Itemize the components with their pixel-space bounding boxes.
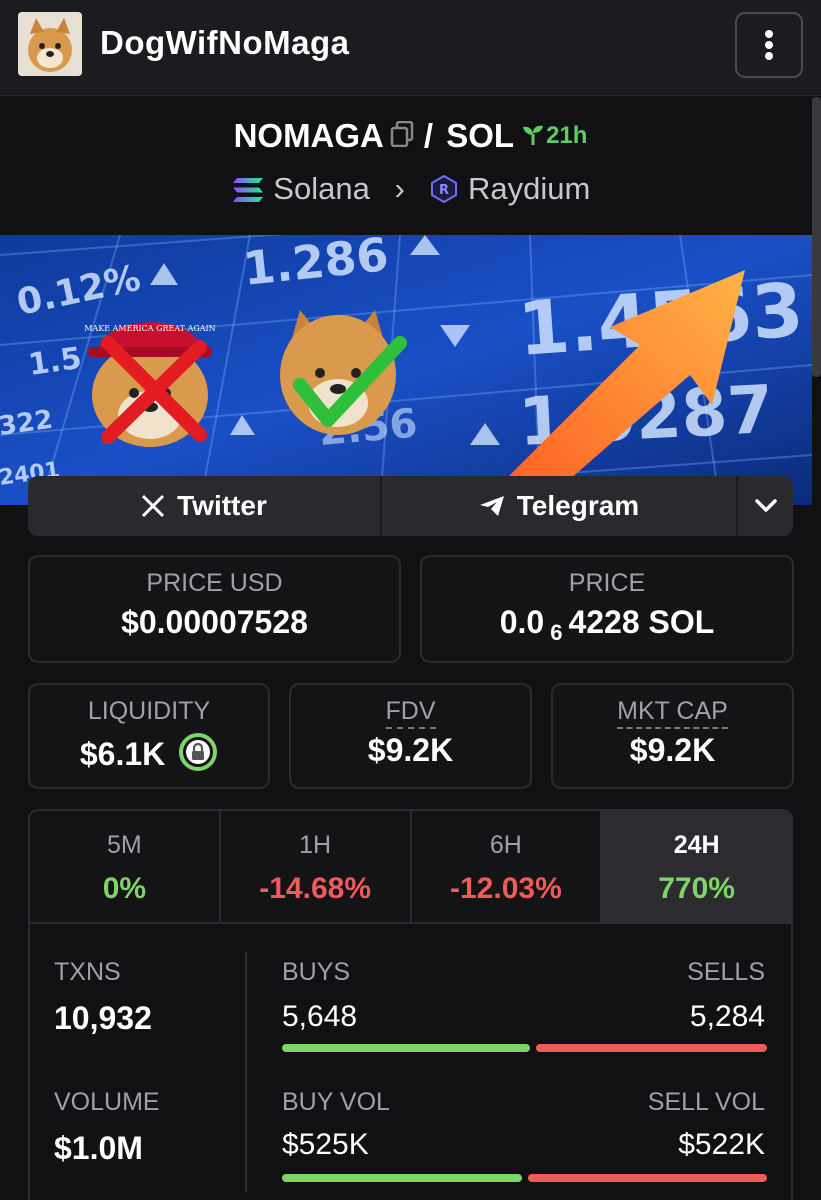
pair-separator: /	[423, 117, 434, 154]
buy-vol-label: BUY VOL	[282, 1088, 390, 1116]
tab-1h-change: -14.68%	[259, 872, 371, 905]
chain-dex-breadcrumb: Solana › R Raydium	[0, 169, 821, 207]
mktcap-value: $9.2K	[629, 732, 716, 768]
twitter-label: Twitter	[177, 490, 267, 521]
buy-vol-value: $525K	[282, 1128, 369, 1161]
sells-label: SELLS	[687, 958, 765, 986]
fdv-box[interactable]: FDV $9.2K	[289, 683, 532, 789]
x-logo-icon	[142, 494, 165, 518]
price-native-digits: 4228	[568, 604, 640, 640]
base-token: NOMAGA	[233, 117, 384, 154]
price-usd-label: PRICE USD	[146, 569, 283, 597]
txn-stats-panel: TXNS 10,932 BUYS 5,648 SELLS 5,284 VOLUM…	[28, 924, 793, 1200]
fdv-label-text: FDV	[385, 697, 436, 729]
pair-age: 21h	[522, 122, 587, 149]
telegram-button[interactable]: Telegram	[382, 476, 738, 536]
telegram-icon	[479, 496, 504, 516]
chevron-right-icon: ›	[394, 170, 405, 206]
mktcap-box[interactable]: MKT CAP $9.2K	[551, 683, 794, 789]
tab-1h[interactable]: 1H -14.68%	[221, 811, 412, 922]
volume-value: $1.0M	[54, 1130, 143, 1166]
price-native-zero-count: 6	[550, 620, 563, 646]
quote-token: SOL	[446, 117, 515, 154]
telegram-label: Telegram	[516, 490, 640, 521]
volume-label: VOLUME	[54, 1088, 160, 1116]
lock-icon[interactable]	[178, 732, 218, 772]
tab-5m-change: 0%	[102, 872, 147, 905]
tab-6h-label: 6H	[489, 831, 522, 859]
stats-divider	[245, 952, 247, 1192]
buys-value: 5,648	[282, 1000, 358, 1033]
sells-ratio-bar	[536, 1044, 767, 1052]
txns-value: 10,932	[54, 1000, 152, 1036]
price-usd-value: $0.00007528	[121, 604, 308, 640]
raydium-icon: R	[429, 171, 459, 206]
price-native-value: 0.0 6 4228 SOL	[422, 604, 792, 646]
svg-text:1.5: 1.5	[26, 341, 84, 383]
txns-label: TXNS	[54, 958, 121, 986]
dex-link[interactable]: Raydium	[468, 171, 590, 206]
age-text: 21h	[546, 122, 588, 149]
copy-icon[interactable]	[390, 117, 414, 155]
liquidity-label: LIQUIDITY	[87, 697, 211, 725]
mktcap-label: MKT CAP	[553, 697, 792, 729]
sell-vol-label: SELL VOL	[647, 1088, 765, 1116]
liquidity-value: $6.1K	[79, 736, 166, 772]
mktcap-label-text: MKT CAP	[617, 697, 728, 729]
liquidity-row: $6.1K	[30, 732, 268, 773]
sells-value: 5,284	[689, 1000, 765, 1033]
buys-ratio-bar	[282, 1044, 530, 1052]
token-banner-image: 0.12% 1.286 1.4563 1.0287 1.5 2.56 322 2…	[0, 235, 812, 505]
more-socials-button[interactable]	[738, 476, 793, 536]
tab-24h-label: 24H	[673, 831, 720, 859]
social-links: Twitter Telegram	[28, 476, 793, 536]
solana-icon	[231, 171, 265, 206]
sell-vol-value: $522K	[678, 1128, 765, 1161]
liquidity-box: LIQUIDITY $6.1K	[28, 683, 270, 789]
twitter-button[interactable]: Twitter	[28, 476, 382, 536]
sell-vol-ratio-bar	[528, 1174, 767, 1182]
price-native-box: PRICE 0.0 6 4228 SOL	[420, 555, 794, 663]
svg-text:MAKE AMERICA GREAT AGAIN: MAKE AMERICA GREAT AGAIN	[84, 324, 215, 333]
price-native-label: PRICE	[568, 569, 646, 597]
price-native-prefix: 0.0	[499, 604, 545, 640]
tab-5m-label: 5M	[107, 831, 142, 859]
tab-24h-change: 770%	[658, 872, 735, 905]
tab-1h-label: 1H	[299, 831, 332, 859]
scrollbar[interactable]	[812, 97, 821, 377]
chevron-down-icon	[754, 499, 777, 512]
more-menu-button[interactable]	[735, 12, 803, 78]
fdv-label: FDV	[291, 697, 530, 729]
tab-6h[interactable]: 6H -12.03%	[412, 811, 603, 922]
tab-6h-change: -12.03%	[450, 872, 562, 905]
svg-text:R: R	[439, 183, 449, 198]
price-native-unit: SOL	[648, 604, 715, 640]
price-usd-box: PRICE USD $0.00007528	[28, 555, 401, 663]
token-title: DogWifNoMaga	[100, 24, 350, 61]
more-vertical-icon	[765, 30, 773, 60]
tab-5m[interactable]: 5M 0%	[30, 811, 221, 922]
app-header: DogWifNoMaga	[0, 0, 821, 96]
token-avatar	[18, 12, 82, 76]
sprout-icon	[523, 125, 544, 145]
timeframe-tabs: 5M 0% 1H -14.68% 6H -12.03% 24H 770%	[28, 809, 793, 924]
pair-info: NOMAGA / SOL 21h Solana › R Raydium	[0, 97, 821, 235]
buy-vol-ratio-bar	[282, 1174, 522, 1182]
fdv-value: $9.2K	[367, 732, 454, 768]
buys-label: BUYS	[282, 958, 351, 986]
chain-link[interactable]: Solana	[273, 171, 370, 206]
pair-title: NOMAGA / SOL 21h	[0, 117, 821, 159]
tab-24h[interactable]: 24H 770%	[602, 811, 791, 922]
